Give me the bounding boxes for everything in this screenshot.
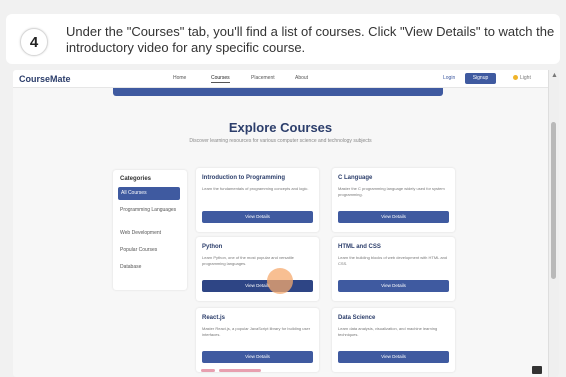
nav-placement[interactable]: Placement xyxy=(251,75,275,81)
course-description: Learn Python, one of the most popular an… xyxy=(202,255,294,266)
nav-courses[interactable]: Courses xyxy=(211,75,230,83)
brand-logo[interactable]: CourseMate xyxy=(19,74,71,84)
course-description: Learn the building blocks of web develop… xyxy=(338,255,448,266)
page-title: Explore Courses xyxy=(228,120,333,135)
signup-button[interactable]: Signup xyxy=(465,73,496,84)
course-card: C Language Master the C programming lang… xyxy=(332,168,455,232)
step-number: 4 xyxy=(20,28,48,56)
course-description: Master React.js, a popular JavaScript li… xyxy=(202,326,311,337)
nav-about[interactable]: About xyxy=(295,75,308,81)
course-title: React.js xyxy=(202,315,226,321)
hero-banner-edge xyxy=(113,88,443,96)
expand-icon[interactable] xyxy=(532,366,542,374)
view-details-button[interactable]: View Details xyxy=(338,211,449,223)
step-instruction: Under the "Courses" tab, you'll find a l… xyxy=(66,24,555,55)
course-title: Data Science xyxy=(338,315,376,321)
course-description: Master the C programming language widely… xyxy=(338,186,445,197)
course-title: Introduction to Programming xyxy=(202,175,285,181)
course-card: Introduction to Programming Learn the fu… xyxy=(196,168,319,232)
scroll-up-icon[interactable]: ▲ xyxy=(551,72,558,79)
view-details-button[interactable]: View Details xyxy=(202,351,313,363)
nav-home[interactable]: Home xyxy=(173,75,186,81)
click-indicator xyxy=(267,268,293,294)
course-card: Data Science Learn data analysis, visual… xyxy=(332,308,455,372)
theme-toggle[interactable]: Light xyxy=(513,75,531,81)
course-description: Learn the fundamentals of programming co… xyxy=(202,186,309,191)
categories-sidebar: Categories All Courses Programming Langu… xyxy=(113,170,187,290)
tutorial-step: 4 Under the "Courses" tab, you'll find a… xyxy=(0,0,566,377)
course-title: Python xyxy=(202,244,223,250)
course-title: HTML and CSS xyxy=(338,244,381,250)
sidebar-item-all-courses[interactable]: All Courses xyxy=(118,187,180,200)
navbar: CourseMate Home Courses Placement About … xyxy=(13,70,548,88)
view-details-button[interactable]: View Details xyxy=(202,280,313,292)
theme-label: Light xyxy=(520,75,531,81)
sidebar-item-web-development[interactable]: Web Development xyxy=(120,230,182,237)
login-link[interactable]: Login xyxy=(443,75,455,81)
course-card: React.js Master React.js, a popular Java… xyxy=(196,308,319,372)
course-card: HTML and CSS Learn the building blocks o… xyxy=(332,237,455,301)
page-subtitle: Discover learning resources for various … xyxy=(189,138,372,144)
course-title: C Language xyxy=(338,175,373,181)
scrollbar-thumb[interactable] xyxy=(551,122,556,279)
sidebar-title: Categories xyxy=(120,176,152,182)
sidebar-item-programming-languages[interactable]: Programming Languages xyxy=(120,207,182,214)
view-details-button[interactable]: View Details xyxy=(338,280,449,292)
app-screenshot: CourseMate Home Courses Placement About … xyxy=(13,70,559,377)
sidebar-item-database[interactable]: Database xyxy=(120,264,182,271)
sun-icon xyxy=(513,75,518,81)
next-card-edge xyxy=(201,369,215,372)
course-description: Learn data analysis, visualization, and … xyxy=(338,326,438,337)
view-details-button[interactable]: View Details xyxy=(338,351,449,363)
view-details-button[interactable]: View Details xyxy=(202,211,313,223)
next-card-edge xyxy=(219,369,261,372)
course-card: Python Learn Python, one of the most pop… xyxy=(196,237,319,301)
sidebar-item-popular-courses[interactable]: Popular Courses xyxy=(120,247,182,254)
